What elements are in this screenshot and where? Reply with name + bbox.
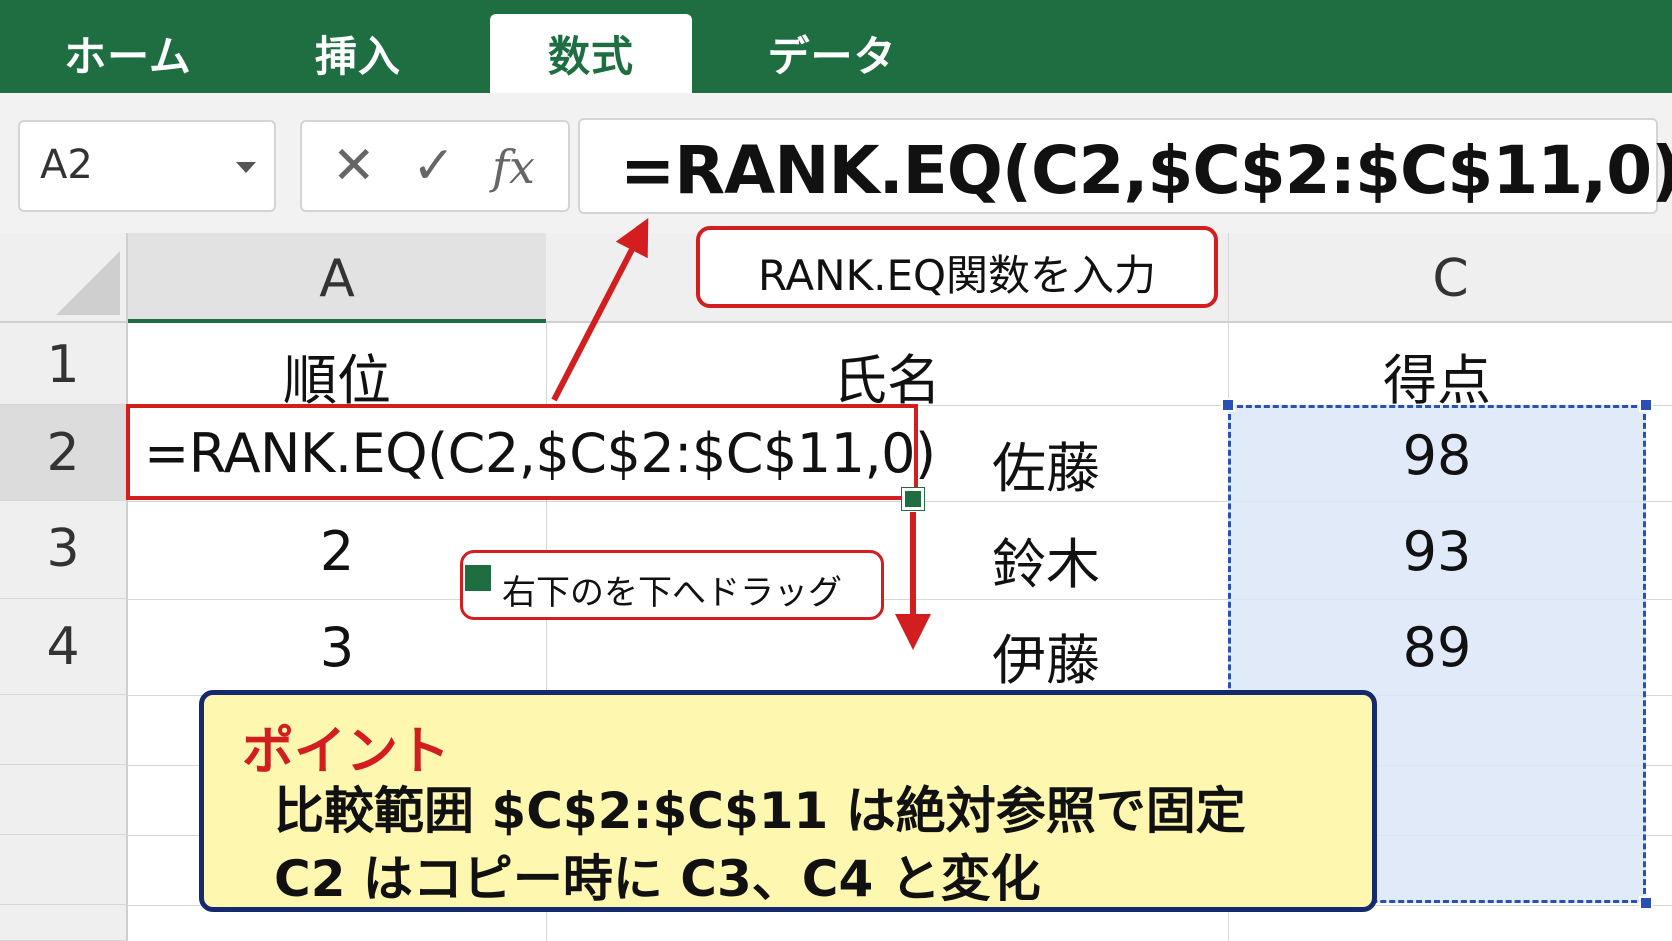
cell-b2[interactable]: 佐藤 (946, 424, 1146, 503)
column-header-a[interactable]: A (128, 233, 546, 323)
cancel-icon[interactable]: ✕ (332, 136, 376, 196)
selection-handle[interactable] (1639, 896, 1653, 910)
tab-data[interactable]: データ (744, 14, 920, 93)
name-box-value: A2 (40, 142, 93, 188)
name-box[interactable]: A2 (18, 120, 276, 212)
row-header-2[interactable]: 2 (0, 405, 128, 501)
tab-home[interactable]: ホーム (40, 14, 216, 93)
cell-c2[interactable]: 98 (1228, 424, 1646, 487)
row-header-1[interactable]: 1 (0, 323, 128, 405)
row-header-6[interactable] (0, 765, 128, 835)
input-function-callout: RANK.EQ関数を入力 (696, 226, 1218, 308)
drag-callout-text-after: を下へドラッグ (604, 573, 842, 613)
formula-input[interactable]: =RANK.EQ(C2,$C$2:$C$11,0) (578, 118, 1672, 214)
row-header-7[interactable] (0, 835, 128, 905)
ribbon-tab-bar: ホーム 挿入 数式 データ (0, 0, 1672, 93)
row-header-2-label: 2 (46, 423, 80, 483)
select-all-corner[interactable] (0, 233, 128, 323)
insert-function-icon[interactable]: fx (492, 140, 535, 194)
row-header-4[interactable]: 4 (0, 599, 128, 695)
input-function-callout-text: RANK.EQ関数を入力 (757, 251, 1157, 300)
row-header-3-label: 3 (46, 519, 80, 579)
formula-text: =RANK.EQ(C2,$C$2:$C$11,0) (620, 132, 1672, 209)
fill-handle[interactable] (901, 487, 925, 511)
chevron-down-icon[interactable] (236, 162, 256, 173)
fill-handle-square-icon (465, 565, 491, 591)
cell-b4[interactable]: 伊藤 (946, 616, 1146, 695)
row-header-8[interactable] (0, 905, 128, 941)
row-header-3[interactable]: 3 (0, 501, 128, 599)
column-header-c[interactable]: C (1228, 233, 1672, 323)
cell-c1[interactable]: 得点 (1228, 336, 1646, 415)
tab-formulas[interactable]: 数式 (490, 14, 692, 93)
drag-callout-text: 右下の を下へドラッグ (463, 565, 881, 614)
drag-callout-text-before: 右下の (502, 573, 604, 613)
cell-b3[interactable]: 鈴木 (946, 520, 1146, 599)
cell-a2[interactable]: =RANK.EQ(C2,$C$2:$C$11,0) (126, 404, 936, 500)
formula-buttons: ✕ ✓ fx (300, 120, 570, 212)
row-header-5[interactable] (0, 695, 128, 765)
column-header-a-label: A (319, 249, 355, 309)
point-note-box: ポイント 比較範囲 $C$2:$C$11 は絶対参照で固定 C2 はコピー時に … (199, 690, 1377, 912)
check-icon[interactable]: ✓ (412, 136, 456, 196)
drag-callout: 右下の を下へドラッグ (460, 550, 884, 620)
cell-a2-formula: =RANK.EQ(C2,$C$2:$C$11,0) (144, 422, 936, 485)
column-header-c-label: C (1432, 249, 1469, 309)
cell-c4[interactable]: 89 (1228, 616, 1646, 679)
point-line-2: C2 はコピー時に C3、C4 と変化 (274, 850, 1041, 908)
row-header-1-label: 1 (46, 335, 80, 395)
corner-triangle-icon (56, 251, 120, 315)
point-line-1: 比較範囲 $C$2:$C$11 は絶対参照で固定 (274, 782, 1246, 840)
tab-insert[interactable]: 挿入 (270, 14, 446, 93)
cell-c3[interactable]: 93 (1228, 520, 1646, 583)
row-header-4-label: 4 (46, 617, 80, 677)
cell-a4[interactable]: 3 (128, 616, 546, 679)
